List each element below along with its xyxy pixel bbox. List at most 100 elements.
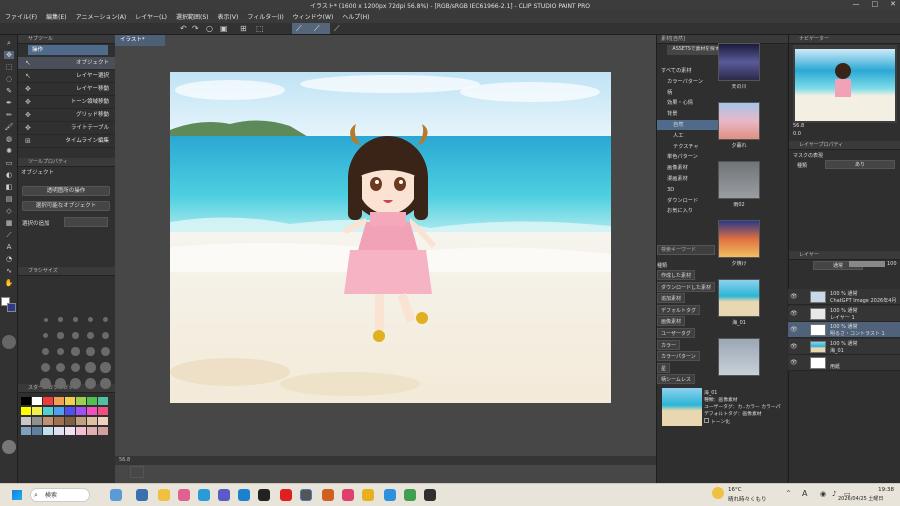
color-swatch[interactable] — [76, 407, 86, 415]
weather-desc[interactable]: 晴れ時々くもり — [728, 495, 767, 503]
windows-start-icon[interactable] — [12, 490, 22, 500]
app2-icon[interactable] — [322, 489, 334, 501]
material-tree-item[interactable]: カラーパターン — [657, 77, 723, 87]
network-icon[interactable]: ◉ — [820, 490, 826, 498]
material-thumbnail[interactable] — [718, 279, 760, 317]
clock-date[interactable]: 2026/04/25 土曜日 — [838, 495, 883, 502]
material-tree-item[interactable]: お気に入り — [657, 206, 723, 216]
color-swatch[interactable] — [21, 417, 31, 425]
undo-icon[interactable]: ↶ — [180, 24, 187, 33]
material-thumbnail[interactable] — [718, 43, 760, 81]
gradient-icon[interactable]: ▤ — [4, 195, 14, 203]
menu-file[interactable]: ファイル(F) — [5, 12, 37, 21]
material-tag[interactable]: 柄シームレス — [657, 374, 695, 385]
transform-icon[interactable]: ⊞ — [240, 24, 247, 33]
transparent-operation-dropdown[interactable]: 透明箇所の操作 — [22, 186, 110, 196]
material-tree-item[interactable]: 背景 — [657, 109, 723, 119]
clear-icon[interactable]: ○ — [206, 24, 213, 33]
menu-selection[interactable]: 選択範囲(S) — [176, 12, 209, 21]
clip-studio-icon[interactable] — [300, 489, 312, 501]
eyedropper-icon[interactable]: ✎ — [4, 87, 14, 95]
navigator-angle[interactable]: 0.0 — [793, 131, 801, 137]
eye-icon[interactable]: 👁 — [790, 326, 798, 333]
selectable-object-dropdown[interactable]: 選択可能なオブジェクト — [22, 201, 110, 211]
explorer-icon[interactable] — [158, 489, 170, 501]
hand-icon[interactable]: ✋ — [4, 279, 14, 287]
brush-size-option[interactable] — [55, 362, 66, 373]
color-swatch[interactable] — [43, 417, 53, 425]
material-tag[interactable]: 星 — [657, 362, 671, 373]
weather-temp[interactable]: 16°C — [728, 487, 742, 493]
color-swatch[interactable] — [87, 417, 97, 425]
material-tree-item[interactable]: 人工 — [657, 131, 723, 141]
material-tag[interactable]: カラーパターン — [657, 351, 700, 362]
eye-icon[interactable]: 👁 — [790, 343, 798, 350]
brush-size-option[interactable] — [101, 347, 110, 356]
music-icon[interactable] — [342, 489, 354, 501]
color-swatch[interactable] — [43, 427, 53, 435]
material-tag[interactable]: カラー — [657, 339, 681, 350]
clock-time[interactable]: 19:38 — [854, 487, 894, 493]
frame-icon[interactable]: ▦ — [4, 219, 14, 227]
layer-row[interactable]: 👁 100 % 通常 明るさ・コントラスト 1 — [788, 322, 900, 338]
color-swatch[interactable] — [32, 417, 42, 425]
color-swatch[interactable] — [54, 407, 64, 415]
menu-help[interactable]: ヘルプ(H) — [342, 12, 369, 21]
color-swatch[interactable] — [98, 397, 108, 405]
color-swatch[interactable] — [54, 417, 64, 425]
photos-icon[interactable] — [178, 489, 190, 501]
blend-icon[interactable]: ◐ — [4, 171, 14, 179]
brush-size-option[interactable] — [101, 331, 110, 340]
color-swatch[interactable] — [21, 427, 31, 435]
app3-icon[interactable] — [384, 489, 396, 501]
move-icon[interactable]: ✥ — [4, 51, 14, 59]
pen-icon[interactable]: ✒ — [4, 99, 14, 107]
brush-size-option[interactable] — [85, 362, 96, 373]
chatgpt-icon[interactable] — [404, 489, 416, 501]
outlook-icon[interactable] — [238, 489, 250, 501]
navigator-zoom[interactable]: 56.8 — [793, 123, 804, 129]
sub-tool-layer-select[interactable]: ↖ レイヤー選択 — [18, 70, 115, 83]
sub-tool-group-tab[interactable]: 操作 — [28, 45, 108, 55]
material-tree-item[interactable]: 効果・心情 — [657, 98, 723, 108]
color-swatch[interactable] — [43, 407, 53, 415]
sub-tool-light-table[interactable]: ✥ ライトテーブル — [18, 122, 115, 135]
color-swatch[interactable] — [65, 427, 75, 435]
material-tag[interactable]: 作成した素材 — [657, 270, 696, 280]
material-tree-item[interactable]: ダウンロード — [657, 196, 723, 206]
material-tree-item[interactable]: 画像素材 — [657, 163, 723, 173]
figure-icon[interactable]: ◇ — [4, 207, 14, 215]
airbrush-icon[interactable]: ◍ — [4, 135, 14, 143]
material-thumbnail[interactable] — [718, 161, 760, 199]
navigator-view[interactable] — [793, 45, 897, 123]
brush-size-option[interactable] — [57, 332, 64, 339]
material-tree-item[interactable]: 自然 — [657, 120, 723, 130]
youtube-icon[interactable] — [280, 489, 292, 501]
color-swatch[interactable] — [65, 397, 75, 405]
brush-size-option[interactable] — [86, 347, 95, 356]
menu-filter[interactable]: フィルター(I) — [247, 12, 283, 21]
color-swatch[interactable] — [98, 427, 108, 435]
layer-row[interactable]: 👁 用紙 — [788, 355, 900, 371]
tray-chevron-icon[interactable]: ^ — [786, 490, 791, 497]
eye-icon[interactable]: 👁 — [790, 293, 798, 300]
lasso-icon[interactable]: ◌ — [4, 75, 14, 83]
material-tree-item[interactable]: 単色パターン — [657, 152, 723, 162]
material-tree-item[interactable]: 3D — [657, 185, 723, 195]
color-swatch[interactable] — [32, 397, 42, 405]
select-icon[interactable]: ⬚ — [4, 63, 14, 71]
illustration-canvas[interactable] — [170, 72, 611, 403]
color-swatch[interactable] — [32, 407, 42, 415]
add-selection-buttons[interactable] — [64, 217, 108, 227]
brush-size-option[interactable] — [70, 378, 81, 389]
brush-size-option[interactable] — [87, 332, 94, 339]
assets-search-button[interactable]: ASSETSで素材を探す — [667, 45, 725, 55]
color-swatch[interactable] — [54, 397, 64, 405]
brush-size-option[interactable] — [56, 347, 65, 356]
color-swatch[interactable] — [76, 417, 86, 425]
brush-size-option[interactable] — [43, 317, 48, 322]
eye-icon[interactable]: 👁 — [790, 359, 798, 366]
sub-tool-object[interactable]: ↖ オブジェクト — [18, 57, 115, 70]
mask-type-dropdown[interactable]: あり — [825, 160, 895, 169]
opacity-slider[interactable] — [849, 261, 885, 267]
